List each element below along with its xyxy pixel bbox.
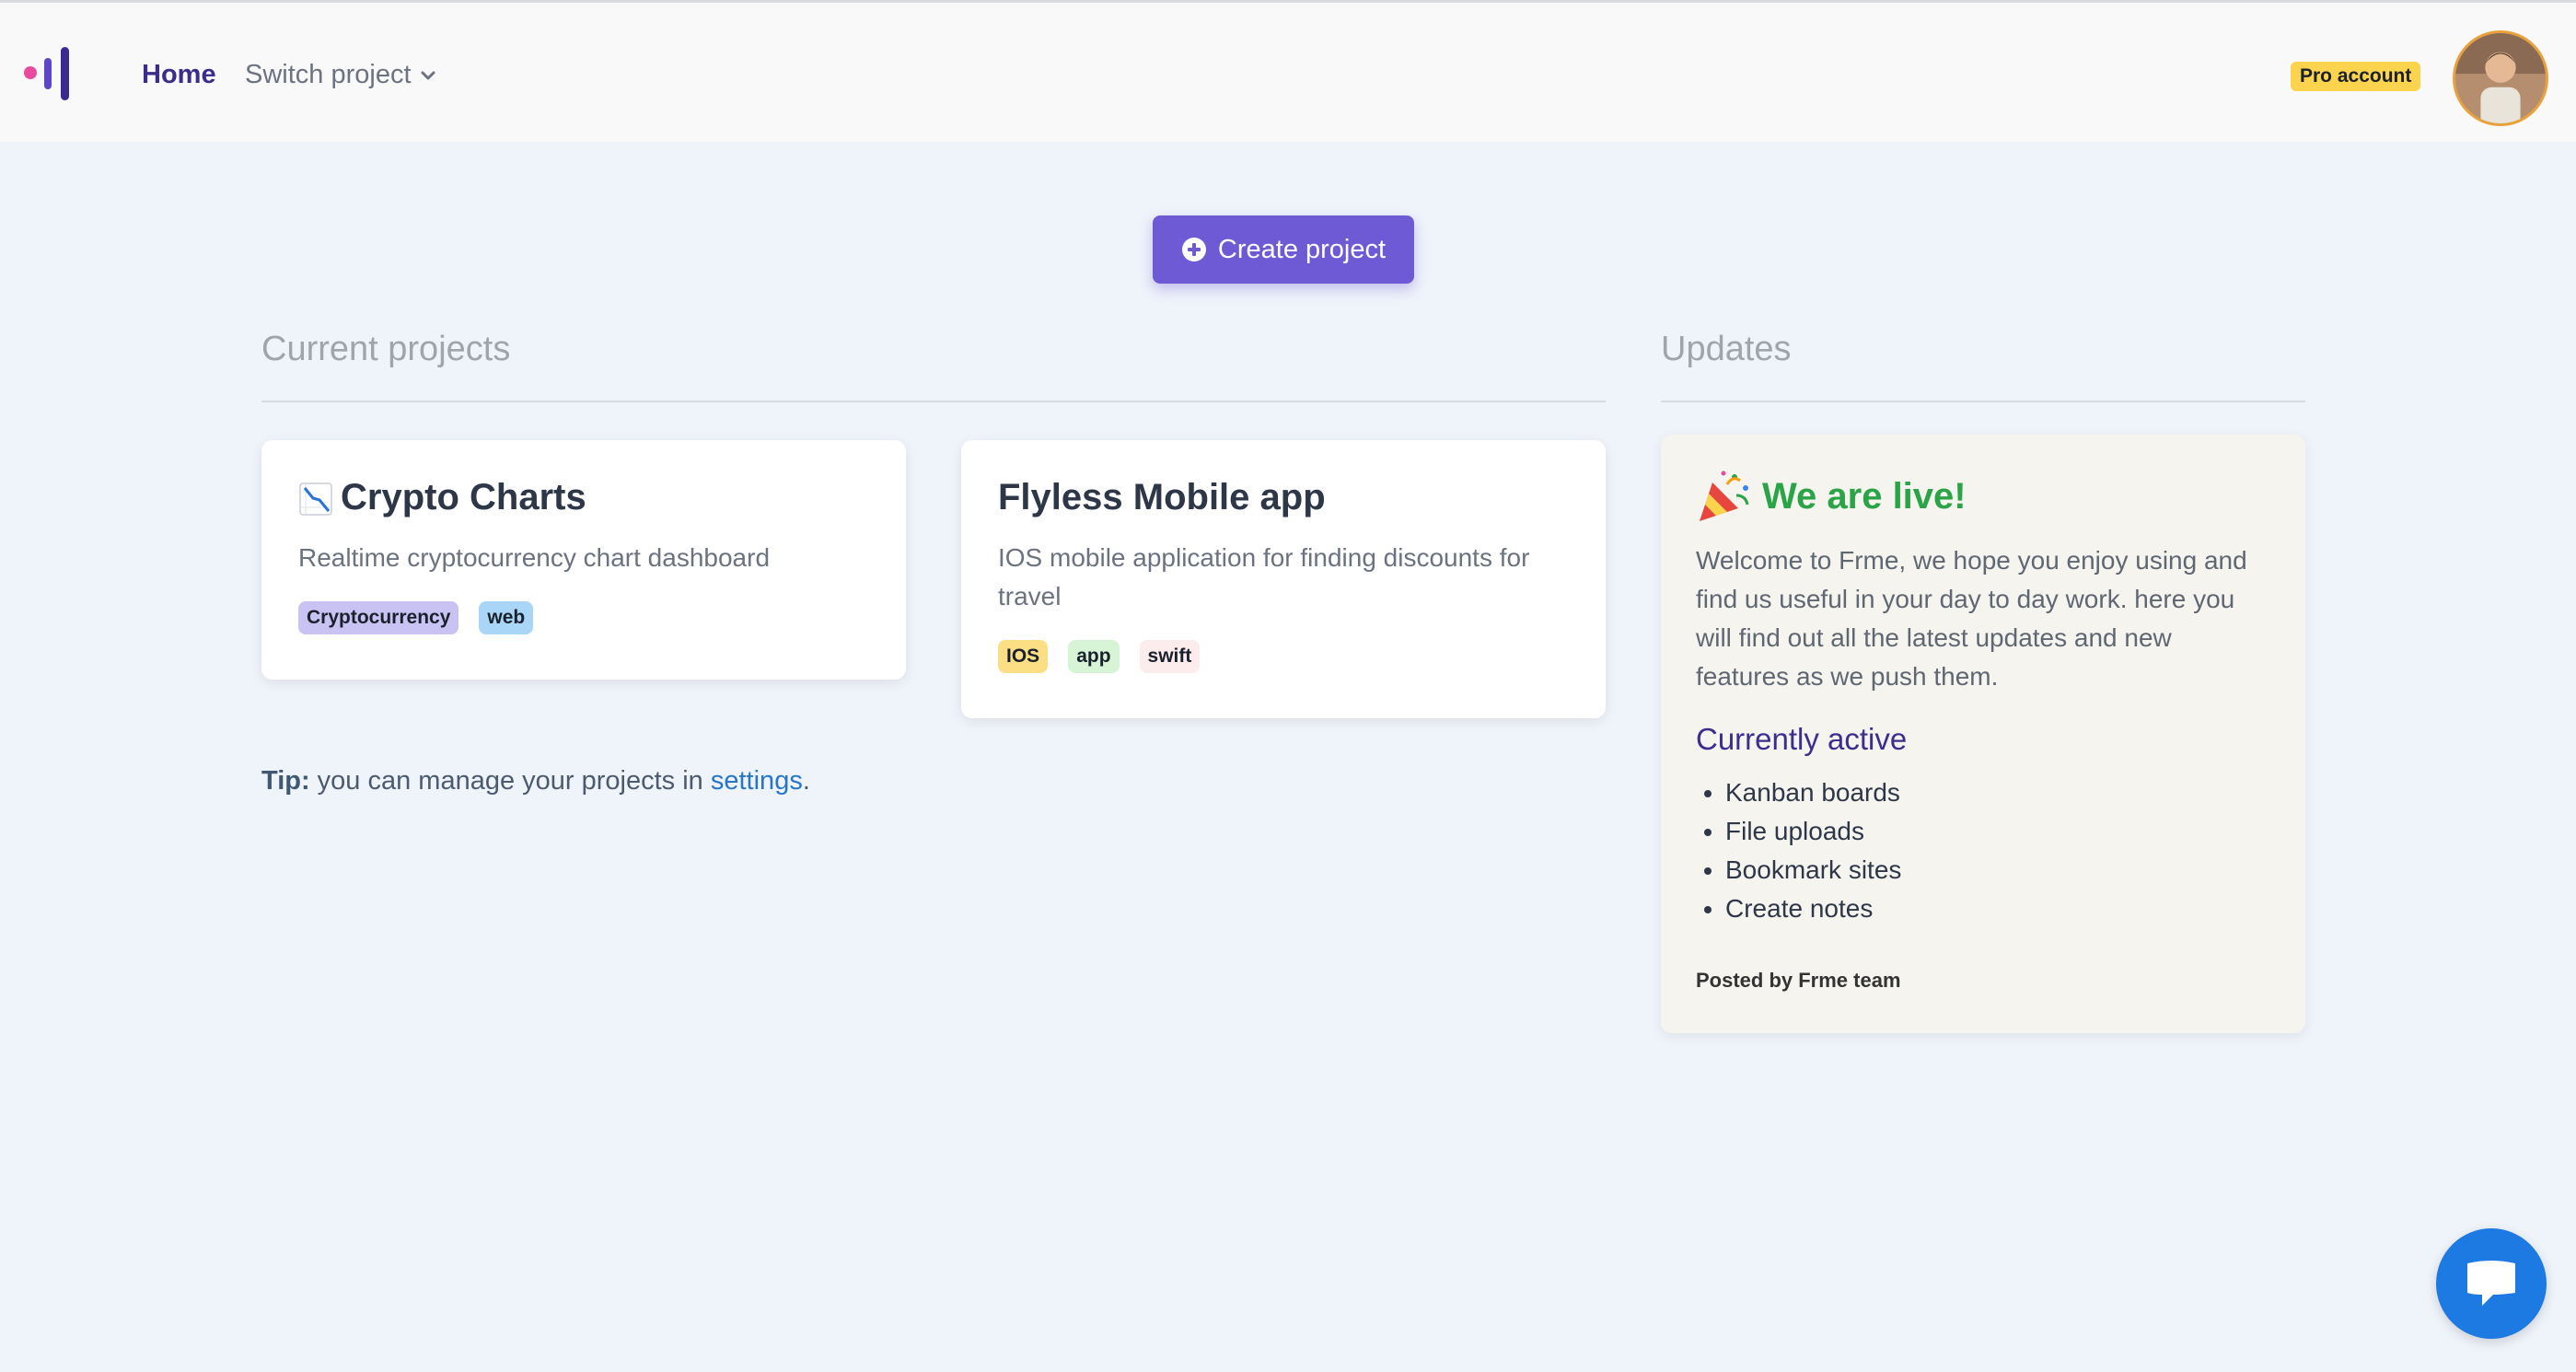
project-tags: IOS app swift (998, 640, 1569, 673)
settings-link[interactable]: settings (711, 766, 803, 796)
updates-heading: Updates (1661, 330, 1792, 368)
project-card-flyless-mobile-app[interactable]: Flyless Mobile app IOS mobile applicatio… (961, 440, 1606, 718)
list-item: File uploads (1725, 812, 2270, 851)
tip-suffix: . (802, 766, 810, 796)
project-title-text: Flyless Mobile app (998, 477, 1326, 517)
tip-text: Tip: you can manage your projects in set… (261, 766, 810, 796)
project-card-crypto-charts[interactable]: Crypto Charts Realtime cryptocurrency ch… (261, 440, 906, 680)
party-popper-icon (1700, 471, 1749, 521)
create-project-button[interactable]: Create project (1153, 215, 1414, 284)
feature-list: Kanban boards File uploads Bookmark site… (1696, 773, 2270, 928)
create-project-label: Create project (1217, 234, 1387, 264)
current-projects-heading: Current projects (261, 330, 511, 368)
updates-divider (1661, 401, 2305, 402)
chevron-down-icon (421, 71, 435, 79)
switch-project-dropdown[interactable]: Switch project (245, 60, 437, 90)
pro-account-badge: Pro account (2291, 62, 2421, 91)
chat-bubble-icon (2467, 1261, 2515, 1306)
update-title-text: We are live! (1762, 475, 1967, 517)
plus-circle-icon (1181, 238, 1206, 262)
list-item: Create notes (1725, 889, 2270, 928)
project-description: IOS mobile application for finding disco… (998, 543, 1530, 610)
project-title-text: Crypto Charts (341, 477, 586, 517)
chart-decreasing-icon (299, 482, 332, 516)
switch-project-label: Switch project (245, 60, 412, 89)
tag-swift[interactable]: swift (1139, 640, 1201, 673)
currently-active-heading: Currently active (1696, 722, 1908, 756)
update-body: Welcome to Frme, we hope you enjoy using… (1696, 546, 2247, 691)
tip-body: you can manage your projects in (309, 766, 711, 796)
tag-cryptocurrency[interactable]: Cryptocurrency (298, 601, 459, 634)
tag-app[interactable]: app (1068, 640, 1120, 673)
avatar-image (2455, 33, 2546, 123)
updates-card: We are live! Welcome to Frme, we hope yo… (1661, 435, 2305, 1033)
project-tags: Cryptocurrency web (298, 601, 869, 634)
tip-prefix: Tip: (261, 766, 310, 796)
project-title: Flyless Mobile app (998, 477, 1569, 518)
tag-web[interactable]: web (479, 601, 534, 634)
list-item: Kanban boards (1725, 773, 2270, 812)
update-title: We are live! (1696, 468, 2270, 525)
current-projects-divider (261, 401, 1606, 402)
user-avatar[interactable] (2453, 30, 2548, 126)
tag-ios[interactable]: IOS (998, 640, 1049, 673)
nav-home-link[interactable]: Home (142, 60, 216, 90)
posted-by: Posted by Frme team (1696, 969, 1901, 992)
chat-button[interactable] (2436, 1228, 2547, 1339)
project-description: Realtime cryptocurrency chart dashboard (298, 543, 771, 572)
top-navbar: Home Switch project Pro account (0, 0, 2576, 142)
project-title: Crypto Charts (298, 477, 869, 518)
app-logo-icon[interactable] (24, 45, 75, 102)
list-item: Bookmark sites (1725, 851, 2270, 889)
